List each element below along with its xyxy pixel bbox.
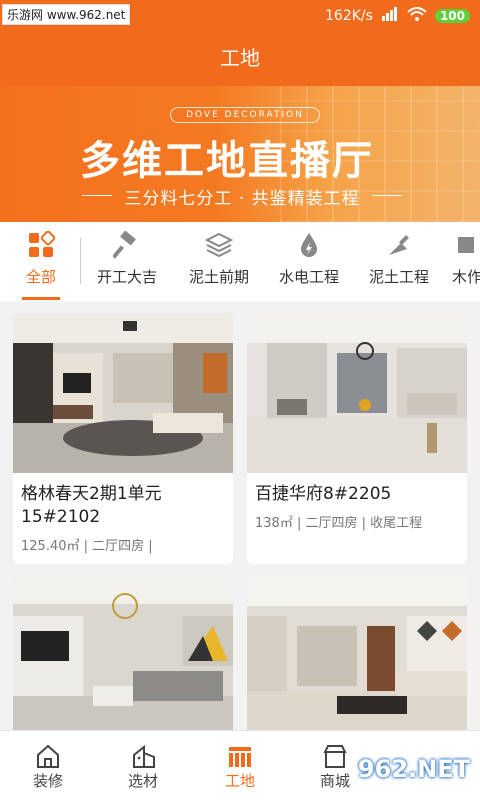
project-card[interactable]: 百捷华府8#2205 138㎡ | 二厅四房 | 收尾工程 [247, 313, 467, 564]
bottom-tab-gongdi[interactable]: 工地 [205, 742, 275, 791]
active-underline [22, 297, 60, 300]
category-tab-shuidian[interactable]: 水电工程 [274, 230, 344, 294]
category-label: 水电工程 [278, 268, 339, 286]
category-tab-nitu-qianqi[interactable]: 泥土前期 [184, 230, 254, 294]
project-photo [13, 576, 233, 736]
category-label: 开工大吉 [96, 268, 157, 286]
status-bar: 乐游网 www.962.net 162K/s 100 [0, 0, 480, 34]
category-label: 泥土工程 [368, 268, 429, 286]
wood-icon [452, 230, 480, 260]
category-tab-muzuo[interactable]: 木作 [452, 230, 480, 294]
project-card[interactable] [13, 576, 233, 736]
page-title: 工地 [0, 34, 480, 86]
project-meta: 138㎡ | 二厅四房 | 收尾工程 [255, 516, 423, 531]
project-card[interactable]: 格林春天2期1单元15#2102 125.40㎡ | 二厅四房 | [13, 313, 233, 564]
promo-banner[interactable]: DOVE DECORATION 多维工地直播厅 三分料七分工 · 共鉴精装工程 [0, 86, 480, 222]
network-speed: 162K/s [325, 8, 373, 24]
trowel-icon [364, 230, 434, 260]
site-icon [205, 742, 275, 770]
project-meta: 125.40㎡ | 二厅四房 | [21, 539, 153, 554]
layers-icon [184, 230, 254, 260]
category-divider [80, 238, 81, 284]
project-name: 格林春天2期1单元15#2102 [21, 484, 162, 527]
home-icon [13, 742, 83, 770]
tab-label: 工地 [224, 772, 255, 790]
category-label: 全部 [25, 268, 56, 286]
bottom-tab-zhuangxiu[interactable]: 装修 [13, 742, 83, 791]
hammer-icon [92, 230, 162, 260]
banner-en-label: DOVE DECORATION [170, 107, 320, 123]
material-icon [108, 742, 178, 770]
project-card[interactable] [247, 576, 467, 736]
project-photo [247, 576, 467, 736]
tab-label: 装修 [32, 772, 63, 790]
category-tab-kaigong[interactable]: 开工大吉 [92, 230, 162, 294]
project-photo [13, 313, 233, 473]
project-photo [247, 313, 467, 473]
category-tab-nitu-gongcheng[interactable]: 泥土工程 [364, 230, 434, 294]
signal-icon [381, 7, 399, 25]
watermark-logo: 962.NET [357, 755, 470, 783]
category-label: 木作 [452, 268, 480, 286]
category-label: 泥土前期 [188, 268, 249, 286]
bottom-tab-xuancai[interactable]: 选材 [108, 742, 178, 791]
banner-subtitle: 三分料七分工 · 共鉴精装工程 [82, 184, 402, 209]
project-name: 百捷华府8#2205 [255, 484, 392, 504]
battery-badge: 100 [434, 9, 470, 23]
status-right: 162K/s 100 [325, 7, 470, 25]
wifi-icon [407, 7, 427, 25]
category-tab-all[interactable]: 全部 [22, 230, 60, 300]
watermark-label: 乐游网 www.962.net [2, 4, 131, 25]
water-drop-icon [274, 230, 344, 260]
banner-title: 多维工地直播厅 [80, 138, 374, 184]
grid-icon [22, 230, 60, 260]
tab-label: 选材 [127, 772, 158, 790]
